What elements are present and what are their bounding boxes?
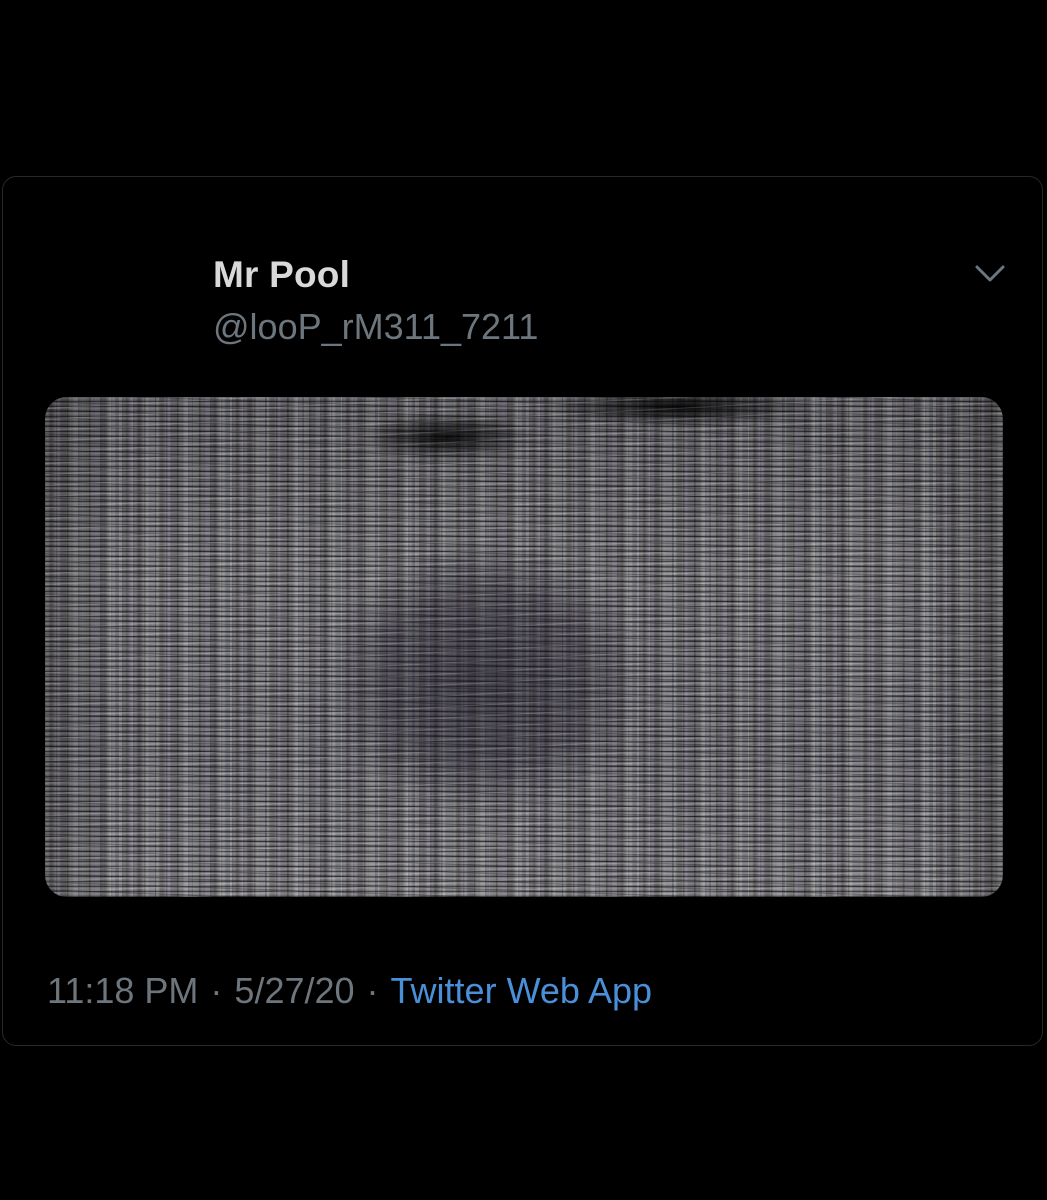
meta-separator: ·: [366, 970, 379, 1011]
tweet-media[interactable]: [45, 397, 1003, 897]
tweet-time[interactable]: 11:18 PM: [47, 970, 198, 1011]
tweet-card[interactable]: Mr Pool @looP_rM311_7211 11:18 PM · 5/27/2…: [2, 176, 1043, 1046]
tweet-date[interactable]: 5/27/20: [234, 970, 354, 1011]
user-handle[interactable]: @looP_rM311_7211: [213, 305, 538, 349]
tweet-source-link[interactable]: Twitter Web App: [391, 970, 652, 1011]
chevron-down-icon[interactable]: [973, 261, 1007, 285]
meta-separator: ·: [210, 970, 223, 1011]
chevron-down-stroke: [975, 265, 1005, 282]
media-static-overlay: [45, 397, 1003, 897]
tweet-meta: 11:18 PM · 5/27/20 · Twitter Web App: [47, 969, 652, 1013]
display-name[interactable]: Mr Pool: [213, 253, 350, 297]
